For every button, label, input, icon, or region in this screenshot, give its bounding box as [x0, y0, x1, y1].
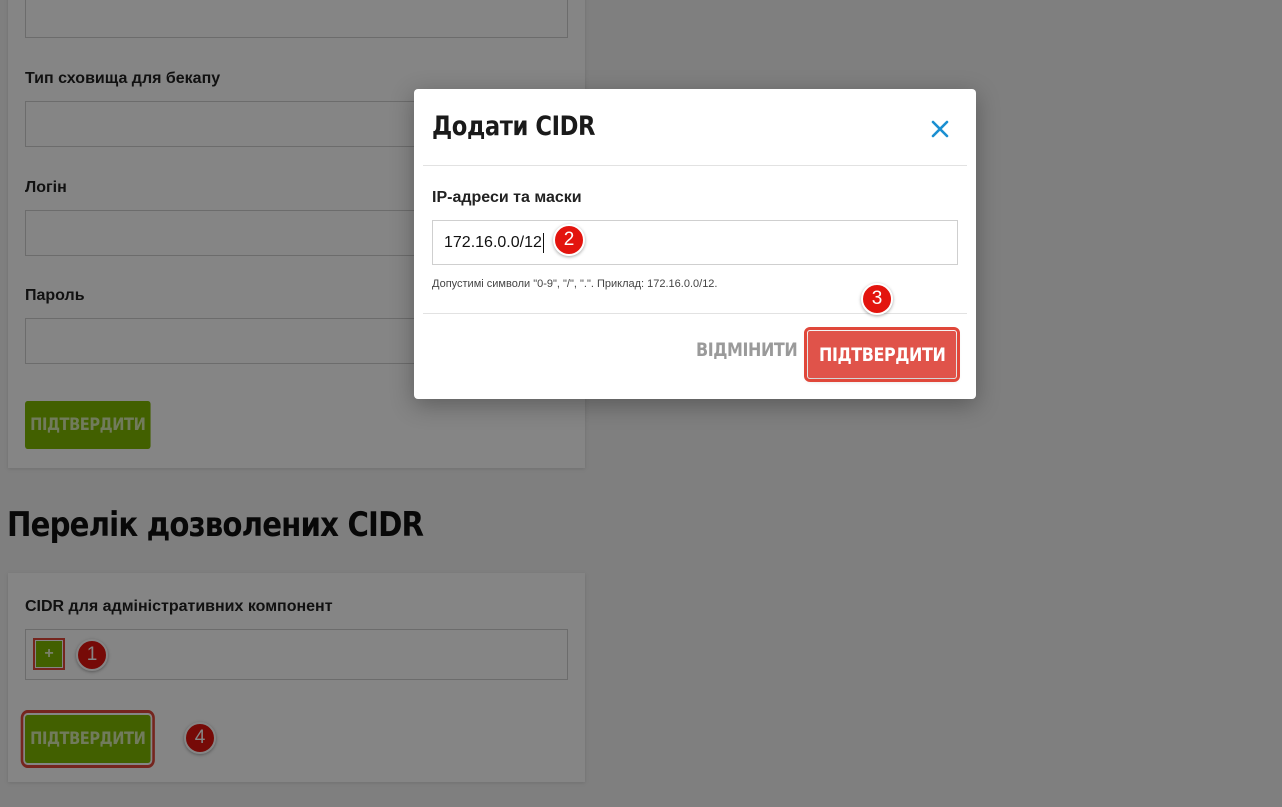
ip-masks-hint: Допустимі символи "0-9", "/", ".". Прикл… — [432, 278, 718, 290]
modal-title: Додати CIDR — [432, 111, 596, 142]
step-marker-3: 3 — [861, 283, 893, 315]
modal-confirm-label: ПІДТВЕРДИТИ — [818, 343, 946, 366]
ip-masks-input[interactable]: 172.16.0.0/12 — [432, 220, 958, 265]
modal-confirm-button[interactable]: ПІДТВЕРДИТИ — [804, 327, 960, 382]
cancel-button[interactable]: ВІДМІНИТИ — [696, 339, 798, 361]
add-cidr-modal: Додати CIDR IP-адреси та маски 172.16.0.… — [414, 89, 976, 399]
ip-masks-label: IP-адреси та маски — [432, 189, 582, 206]
close-icon[interactable] — [930, 119, 950, 139]
modal-footer-divider — [423, 313, 967, 314]
close-icon-svg — [931, 120, 949, 138]
modal-header-divider — [423, 165, 967, 166]
ip-masks-value: 172.16.0.0/12 — [444, 233, 542, 251]
step-marker-2: 2 — [553, 224, 585, 256]
text-caret — [542, 232, 544, 253]
